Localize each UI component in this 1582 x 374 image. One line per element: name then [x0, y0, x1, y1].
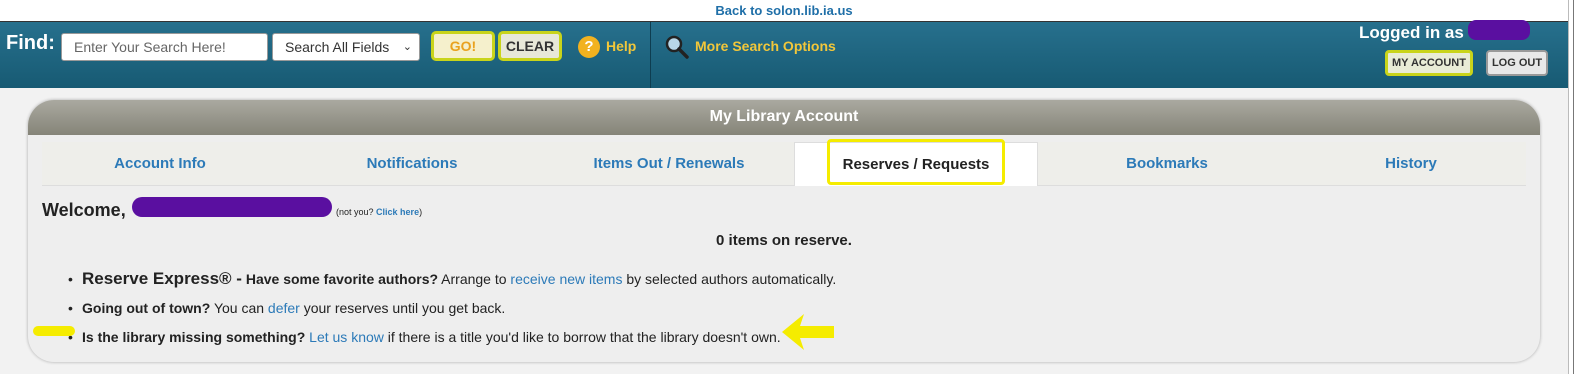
username-redaction — [1468, 20, 1530, 40]
window-edge — [1568, 0, 1582, 374]
header-divider — [650, 22, 651, 88]
tips-list: Reserve Express® - Have some favorite au… — [68, 267, 836, 354]
search-field-value: Search All Fields — [285, 39, 390, 55]
find-label: Find: — [6, 32, 55, 54]
defer-link[interactable]: defer — [268, 300, 300, 316]
help-link[interactable]: Help — [606, 38, 636, 54]
search-input[interactable] — [61, 33, 268, 61]
log-out-button[interactable]: LOG OUT — [1486, 50, 1548, 76]
go-button[interactable]: GO! — [431, 31, 495, 61]
logged-in-label: Logged in as — [1359, 23, 1464, 42]
more-search-options-link[interactable]: More Search Options — [695, 38, 836, 54]
highlight-mark — [33, 326, 75, 336]
magnifier-icon[interactable] — [665, 35, 689, 59]
highlight-box — [827, 139, 1005, 185]
back-to-site-link[interactable]: Back to solon.lib.ia.us — [715, 3, 852, 18]
let-us-know-link[interactable]: Let us know — [309, 329, 384, 345]
panel-title: My Library Account — [28, 100, 1540, 135]
arrow-annotation-icon — [782, 314, 834, 350]
name-redaction — [132, 197, 332, 217]
list-item: Going out of town? You can defer your re… — [68, 296, 836, 325]
my-account-button[interactable]: MY ACCOUNT — [1385, 50, 1473, 76]
tab-bookmarks[interactable]: Bookmarks — [1048, 142, 1286, 185]
tab-items-out[interactable]: Items Out / Renewals — [542, 142, 796, 185]
clear-button[interactable]: CLEAR — [498, 31, 562, 61]
list-item: Reserve Express® - Have some favorite au… — [68, 267, 836, 296]
click-here-link[interactable]: Click here — [376, 207, 419, 217]
tab-account-info[interactable]: Account Info — [42, 142, 278, 185]
help-icon[interactable]: ? — [578, 36, 600, 58]
search-header: Find: Search All Fields ⌄ GO! CLEAR ? He… — [0, 20, 1568, 88]
top-strip: Back to solon.lib.ia.us — [0, 0, 1568, 22]
receive-new-items-link[interactable]: receive new items — [510, 271, 622, 287]
not-you-note: (not you? Click here) — [336, 207, 423, 217]
account-tabs: Account Info Notifications Items Out / R… — [42, 142, 1526, 186]
welcome-label: Welcome, — [42, 200, 126, 220]
account-panel: My Library Account Account Info Notifica… — [28, 100, 1540, 362]
tab-notifications[interactable]: Notifications — [294, 142, 530, 185]
search-field-select[interactable]: Search All Fields ⌄ — [272, 33, 420, 61]
reserve-count: 0 items on reserve. — [716, 232, 852, 249]
chevron-down-icon: ⌄ — [402, 41, 412, 53]
tab-history[interactable]: History — [1298, 142, 1524, 185]
list-item: Is the library missing something? Let us… — [68, 325, 836, 354]
